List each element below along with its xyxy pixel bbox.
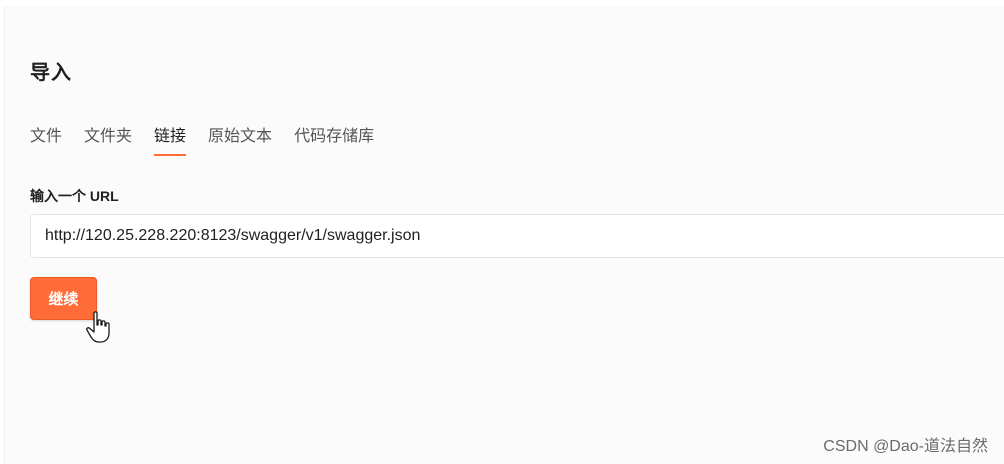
dialog-title: 导入 — [30, 62, 72, 84]
watermark: CSDN @Dao-道法自然 — [823, 438, 988, 455]
tab-file[interactable]: 文件 — [30, 122, 62, 156]
tab-raw-text[interactable]: 原始文本 — [208, 122, 272, 156]
tab-link[interactable]: 链接 — [154, 122, 187, 156]
tab-code-repository[interactable]: 代码存储库 — [294, 122, 374, 156]
url-input[interactable] — [30, 214, 1004, 258]
import-tabs: 文件 文件夹 链接 原始文本 代码存储库 — [30, 122, 374, 156]
page: 导入 文件 文件夹 链接 原始文本 代码存储库 输入一个 URL 继续 CSDN… — [0, 0, 1004, 464]
tab-folder[interactable]: 文件夹 — [84, 122, 132, 156]
url-field-label: 输入一个 URL — [30, 188, 119, 204]
hand-pointer-cursor-icon — [86, 311, 110, 343]
